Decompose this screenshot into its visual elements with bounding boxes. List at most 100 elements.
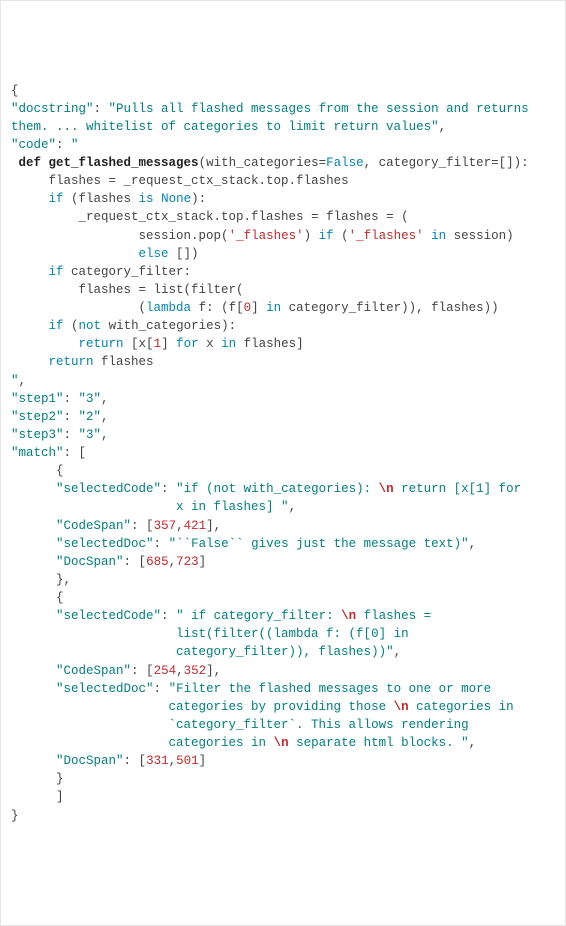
code-close-quote: "	[11, 374, 19, 388]
m1-sc-esc: \n	[379, 482, 394, 496]
py-fn-name: get_flashed_messages	[49, 156, 199, 170]
py-l9d: category_filter)), flashes))	[289, 301, 499, 315]
py-l11b: ]	[161, 337, 176, 351]
m2-sd-esc2: \n	[274, 736, 289, 750]
m2-ds-a: 331	[146, 754, 169, 768]
json-block: { "docstring": "Pulls all flashed messag…	[11, 82, 555, 825]
py-l6b: [])	[176, 247, 199, 261]
py-l3b: ):	[191, 192, 206, 206]
py-l5a: session.pop(	[19, 229, 229, 243]
m1-sc-c: x in flashes] "	[176, 500, 289, 514]
py-l3a: (flashes	[71, 192, 139, 206]
m2-sc-a: " if category_filter:	[176, 609, 341, 623]
m1-ds-b: 723	[176, 555, 199, 569]
py-l5c: (	[341, 229, 349, 243]
m2-sd-d: categories in	[169, 736, 274, 750]
py-ret2: return	[19, 355, 102, 369]
val-step2: "2"	[79, 410, 102, 424]
val-step1: "3"	[79, 392, 102, 406]
py-l9-0: 0	[244, 301, 252, 315]
m1-cs-a: 357	[154, 519, 177, 533]
val-docstring-a: "Pulls all flashed messages from the ses…	[109, 102, 529, 116]
m2-sd-b: categories in	[409, 700, 514, 714]
py-l4: _request_ctx_stack.top.flashes = flashes…	[19, 210, 409, 224]
py-l7: category_filter:	[71, 265, 191, 279]
py-l5b: )	[304, 229, 319, 243]
m1-sd: "``False`` gives just the message text)"	[169, 537, 469, 551]
py-l9a: (	[19, 301, 147, 315]
match-bracket-open: [	[79, 446, 87, 460]
m2-open: {	[56, 591, 64, 605]
py-l9-in: in	[266, 301, 289, 315]
m1-ds-a: 685	[146, 555, 169, 569]
py-l9c: ]	[251, 301, 266, 315]
m2-close: }	[56, 772, 64, 786]
py-not: not	[79, 319, 109, 333]
m2-selecteddoc-key: "selectedDoc"	[56, 682, 154, 696]
m1-codespan-key: "CodeSpan"	[56, 519, 131, 533]
py-l5-if: if	[319, 229, 342, 243]
py-if2: if	[19, 265, 72, 279]
py-l10a: (	[71, 319, 79, 333]
m2-sd-b0: categories by providing those	[169, 700, 394, 714]
m2-sc-d: category_filter)), flashes))"	[176, 645, 394, 659]
py-none: None	[161, 192, 191, 206]
key-code: "code"	[11, 138, 56, 152]
m1-selectedcode-key: "selectedCode"	[56, 482, 161, 496]
py-l11c: x	[206, 337, 221, 351]
m2-sc-b: flashes =	[356, 609, 431, 623]
py-l5-str2: '_flashes'	[349, 229, 424, 243]
key-step1: "step1"	[11, 392, 64, 406]
m2-selectedcode-key: "selectedCode"	[56, 609, 161, 623]
py-l11-1: 1	[154, 337, 162, 351]
py-l11a: [x[	[131, 337, 154, 351]
val-step3: "3"	[79, 428, 102, 442]
m2-sd-e: separate html blocks. "	[289, 736, 469, 750]
py-for: for	[176, 337, 206, 351]
m2-cs-a: 254	[154, 664, 177, 678]
py-sig-b: , category_filter=[]):	[364, 156, 529, 170]
m2-sc-esc: \n	[341, 609, 356, 623]
m2-docspan-key: "DocSpan"	[56, 754, 124, 768]
py-ret1: return	[19, 337, 132, 351]
key-step3: "step3"	[11, 428, 64, 442]
key-docstring: "docstring"	[11, 102, 94, 116]
py-l12a: flashes	[101, 355, 154, 369]
py-if: if	[19, 192, 72, 206]
brace-close: }	[11, 809, 19, 823]
m1-docspan-key: "DocSpan"	[56, 555, 124, 569]
match-bracket-close: ]	[56, 790, 64, 804]
py-l8: flashes = list(filter(	[19, 283, 244, 297]
m-comma: ,	[64, 573, 72, 587]
brace-open: {	[11, 84, 19, 98]
val-docstring-b: them. ... whitelist of categories to lim…	[11, 120, 439, 134]
py-def: def	[19, 156, 49, 170]
m1-open: {	[56, 464, 64, 478]
m2-ds-b: 501	[176, 754, 199, 768]
m2-codespan-key: "CodeSpan"	[56, 664, 131, 678]
py-false: False	[326, 156, 364, 170]
py-if3: if	[19, 319, 72, 333]
py-l11d: flashes]	[244, 337, 304, 351]
m1-sc-b: return [x[1] for	[394, 482, 522, 496]
m2-sc-c: list(filter((lambda f: (f[0] in	[176, 627, 409, 641]
py-else: else	[19, 247, 177, 261]
m2-cs-b: 352	[184, 664, 207, 678]
code-open-quote: "	[71, 138, 79, 152]
py-l9b: f: (f[	[199, 301, 244, 315]
key-match: "match"	[11, 446, 64, 460]
py-l5-str1: '_flashes'	[229, 229, 304, 243]
py-is: is	[139, 192, 162, 206]
m2-sd-c: `category_filter`. This allows rendering	[169, 718, 469, 732]
m2-sd-a: "Filter the flashed messages to one or m…	[169, 682, 492, 696]
m1-selecteddoc-key: "selectedDoc"	[56, 537, 154, 551]
py-l5d: session)	[454, 229, 514, 243]
m1-close: }	[56, 573, 64, 587]
py-l2: flashes = _request_ctx_stack.top.flashes	[19, 174, 349, 188]
py-l5-in: in	[424, 229, 454, 243]
py-l10b: with_categories):	[109, 319, 237, 333]
m1-cs-b: 421	[184, 519, 207, 533]
py-sig-a: (with_categories=	[199, 156, 327, 170]
m1-sc-a: "if (not with_categories):	[176, 482, 379, 496]
py-l11-in: in	[221, 337, 244, 351]
